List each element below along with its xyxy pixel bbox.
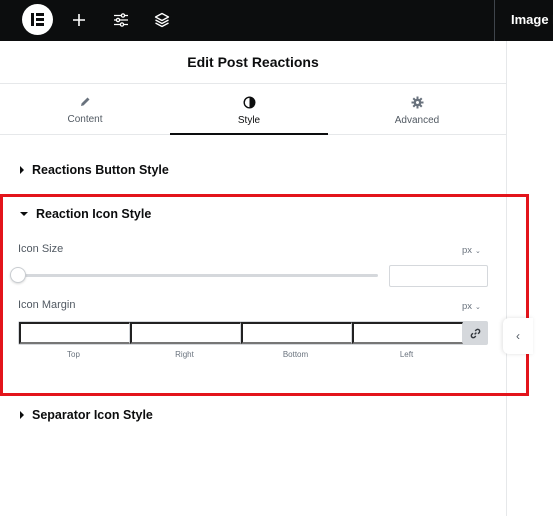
gear-icon	[411, 96, 423, 109]
panel-tabs: Content Style Advanced	[0, 84, 506, 135]
unit-label: px	[462, 301, 473, 312]
margin-bottom-label: Bottom	[282, 350, 309, 359]
icon-size-unit-select[interactable]: px ⌄	[462, 245, 481, 256]
margin-right-label: Right	[175, 350, 194, 359]
margin-top-input[interactable]	[19, 322, 130, 344]
chevron-down-icon: ⌄	[475, 247, 481, 255]
half-circle-icon	[242, 96, 256, 109]
editor-topbar: Image B	[0, 0, 553, 41]
caret-down-icon	[20, 212, 28, 216]
tab-style[interactable]: Style	[170, 84, 328, 135]
link-icon	[470, 328, 480, 338]
topbar-widget-label[interactable]: Image B	[511, 12, 553, 27]
section-reactions-button-style[interactable]: Reactions Button Style	[20, 163, 169, 177]
tab-advanced-label: Advanced	[394, 115, 440, 126]
layers-icon[interactable]	[152, 10, 172, 30]
margin-right-input[interactable]	[130, 322, 241, 344]
collapse-panel-button[interactable]: ‹	[503, 318, 533, 354]
topbar-divider	[494, 0, 495, 41]
margin-left-input[interactable]	[352, 322, 463, 344]
margin-left-label: Left	[399, 350, 414, 359]
icon-margin-unit-select[interactable]: px ⌄	[462, 301, 481, 312]
tab-content-label: Content	[67, 114, 103, 125]
caret-right-icon	[20, 411, 24, 419]
tab-style-label: Style	[237, 115, 261, 126]
unit-label: px	[462, 245, 473, 256]
section-separator-icon-style[interactable]: Separator Icon Style	[20, 408, 153, 422]
pencil-icon	[81, 97, 90, 106]
icon-size-slider-track[interactable]	[18, 274, 378, 277]
preview-area	[508, 41, 553, 516]
icon-size-input[interactable]	[389, 265, 488, 287]
icon-margin-label: Icon Margin	[18, 299, 76, 311]
caret-right-icon	[20, 166, 24, 174]
icon-margin-dimensions	[18, 321, 488, 345]
tab-content[interactable]: Content	[0, 84, 170, 135]
section-title: Reaction Icon Style	[36, 207, 152, 221]
link-values-button[interactable]	[463, 322, 487, 344]
margin-top-label: Top	[67, 350, 80, 359]
margin-bottom-input[interactable]	[241, 322, 352, 344]
section-title: Reactions Button Style	[32, 163, 169, 177]
tab-advanced[interactable]: Advanced	[328, 84, 506, 135]
add-element-icon[interactable]	[69, 10, 89, 30]
elementor-logo-icon[interactable]	[22, 4, 53, 35]
panel-title: Edit Post Reactions	[187, 54, 319, 70]
settings-sliders-icon[interactable]	[111, 10, 131, 30]
icon-size-slider-handle[interactable]	[10, 267, 26, 283]
panel-header: Edit Post Reactions	[0, 41, 506, 84]
chevron-left-icon: ‹	[516, 329, 520, 343]
chevron-down-icon: ⌄	[475, 303, 481, 311]
icon-size-label: Icon Size	[18, 243, 64, 255]
section-title: Separator Icon Style	[32, 408, 153, 422]
section-reaction-icon-style[interactable]: Reaction Icon Style	[20, 207, 151, 221]
